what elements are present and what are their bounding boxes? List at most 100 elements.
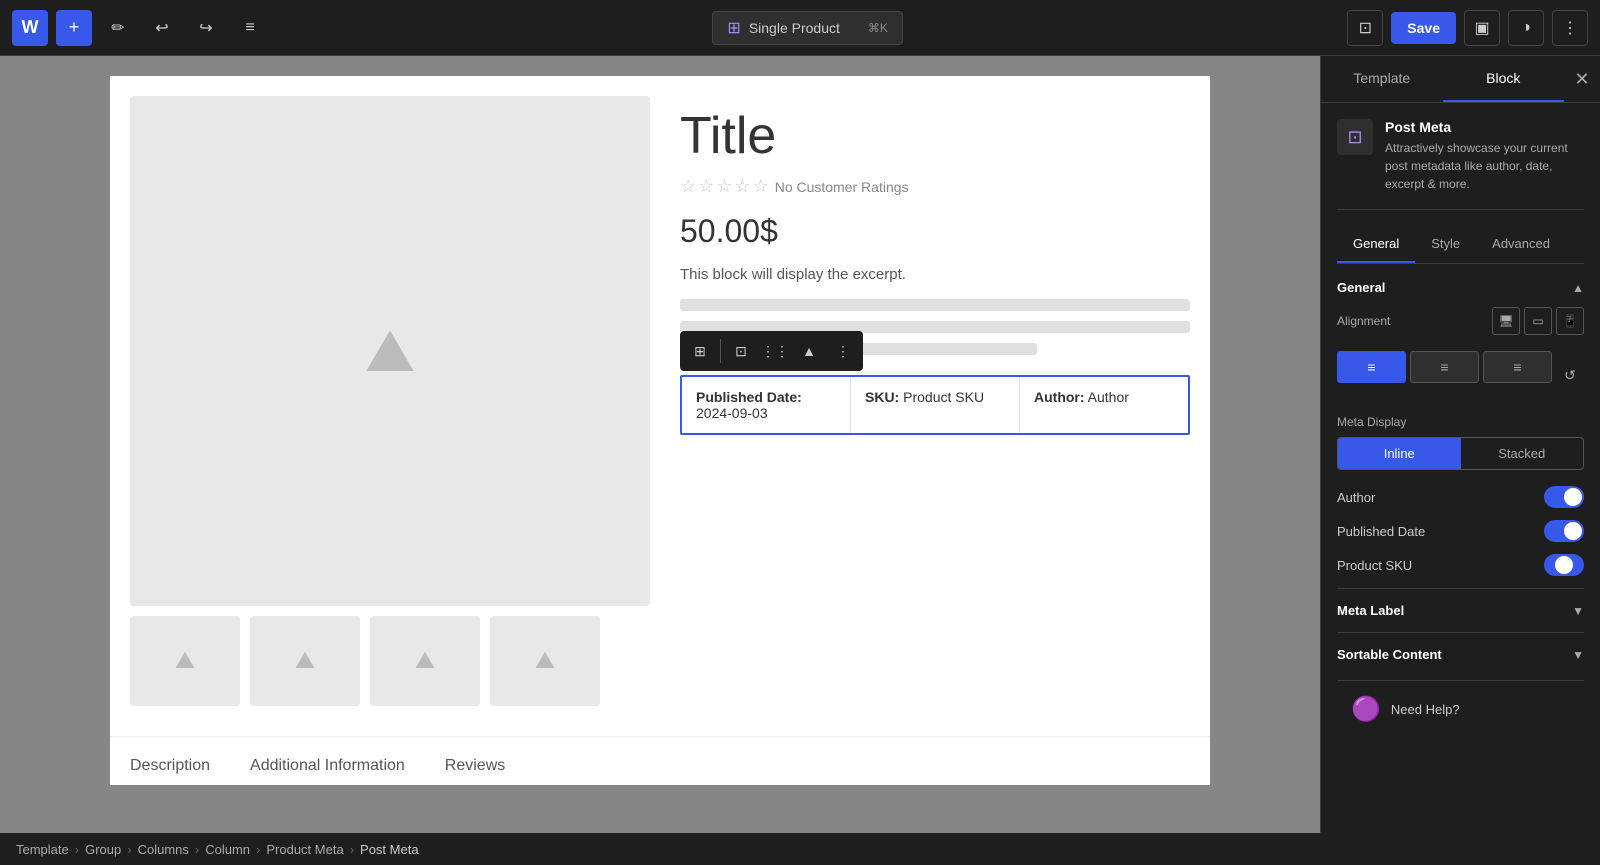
style-toggle-button[interactable]: ◑	[1508, 10, 1544, 46]
tab-description[interactable]: Description	[130, 757, 210, 785]
more-options-button[interactable]: ⋮	[1552, 10, 1588, 46]
main-toolbar: W + ✏ ↩ ↪ ≡ ⊞ Single Product ⌘K ⊡ Save ▣…	[0, 0, 1600, 56]
align-center-btn[interactable]: ≡	[1410, 351, 1479, 383]
redo-icon: ↪	[199, 18, 212, 38]
author-toggle[interactable]	[1544, 486, 1584, 508]
panel-tabs: Template Block ✕	[1321, 56, 1600, 103]
product-area: ⛰ ⛰ ⛰ ⛰ ⛰	[110, 76, 1210, 726]
breadcrumb-column[interactable]: Column	[205, 842, 250, 857]
add-block-button[interactable]: +	[56, 10, 92, 46]
block-desc: Attractively showcase your current post …	[1385, 139, 1584, 193]
general-section-header: General ▲	[1337, 280, 1584, 295]
desktop-btn[interactable]: 🖥	[1492, 307, 1520, 335]
display-toggle: Inline Stacked	[1337, 437, 1584, 470]
block-info-text: Post Meta Attractively showcase your cur…	[1385, 119, 1584, 193]
sub-tab-advanced[interactable]: Advanced	[1476, 226, 1566, 263]
block-title: Post Meta	[1385, 119, 1584, 135]
star-1: ☆	[680, 176, 696, 197]
author-label: Author:	[1034, 389, 1085, 405]
redo-button[interactable]: ↪	[188, 10, 224, 46]
list-icon: ≡	[245, 19, 254, 37]
breadcrumb-template[interactable]: Template	[16, 842, 69, 857]
toggle-product-sku: Product SKU	[1337, 554, 1584, 576]
product-rating: ☆ ☆ ☆ ☆ ☆ No Customer Ratings	[680, 176, 1190, 197]
sub-tab-style[interactable]: Style	[1415, 226, 1476, 263]
sortable-content-header[interactable]: Sortable Content ▼	[1337, 647, 1584, 662]
breadcrumb-post-meta[interactable]: Post Meta	[360, 842, 419, 857]
mobile-btn[interactable]: 📱	[1556, 307, 1584, 335]
alignment-label: Alignment	[1337, 314, 1484, 328]
block-drag-button[interactable]: ⋮⋮	[759, 335, 791, 367]
meta-cell-date: Published Date: 2024-09-03	[682, 377, 851, 433]
breadcrumb-product-meta[interactable]: Product Meta	[266, 842, 343, 857]
sku-label: SKU:	[865, 389, 899, 405]
sep-2: ›	[127, 842, 131, 857]
panel-body: ⊡ Post Meta Attractively showcase your c…	[1321, 103, 1600, 833]
sep-5: ›	[350, 842, 354, 857]
sub-tab-general[interactable]: General	[1337, 226, 1415, 263]
meta-display-label: Meta Display	[1337, 415, 1584, 429]
right-panel: Template Block ✕ ⊡ Post Meta Attractivel…	[1320, 56, 1600, 833]
tab-template[interactable]: Template	[1321, 56, 1443, 102]
save-button[interactable]: Save	[1391, 12, 1456, 44]
sku-value: Product SKU	[903, 389, 984, 405]
toolbar-divider	[720, 339, 721, 363]
star-rating: ☆ ☆ ☆ ☆ ☆	[680, 176, 769, 197]
alignment-row: Alignment 🖥 ▭ 📱	[1337, 307, 1584, 335]
list-view-button[interactable]: ≡	[232, 10, 268, 46]
published-date-toggle[interactable]	[1544, 520, 1584, 542]
block-toolbar: ⊞ ⊡ ⋮⋮ ▲ ⋮	[680, 331, 863, 371]
undo-button[interactable]: ↩	[144, 10, 180, 46]
block-type-button[interactable]: ⊞	[684, 335, 716, 367]
display-stacked[interactable]: Stacked	[1461, 438, 1584, 469]
collapse-icon[interactable]: ▲	[1572, 281, 1584, 295]
display-inline[interactable]: Inline	[1338, 438, 1461, 469]
panel-icon: ▣	[1474, 18, 1489, 38]
sub-tabs: General Style Advanced	[1337, 226, 1584, 264]
plus-icon: +	[69, 17, 80, 38]
block-move-button[interactable]: ⊡	[725, 335, 757, 367]
keyboard-shortcut: ⌘K	[868, 21, 888, 35]
breadcrumb: Template › Group › Columns › Column › Pr…	[0, 833, 1600, 865]
tablet-btn[interactable]: ▭	[1524, 307, 1552, 335]
align-right-btn[interactable]: ≡	[1483, 351, 1552, 383]
need-help-icon: 🟣	[1351, 695, 1381, 724]
reset-alignment-btn[interactable]: ↺	[1556, 361, 1584, 389]
breadcrumb-group[interactable]: Group	[85, 842, 121, 857]
block-more-button[interactable]: ⋮	[827, 335, 859, 367]
tab-reviews[interactable]: Reviews	[445, 757, 505, 785]
star-5: ☆	[753, 176, 769, 197]
product-excerpt: This block will display the excerpt.	[680, 266, 1190, 283]
wp-logo: W	[12, 10, 48, 46]
post-meta-icon: ⊡	[1347, 127, 1362, 148]
tab-block[interactable]: Block	[1443, 56, 1565, 102]
meta-label-header[interactable]: Meta Label ▼	[1337, 603, 1584, 618]
block-up-button[interactable]: ▲	[793, 335, 825, 367]
main-content: ⛰ ⛰ ⛰ ⛰ ⛰	[0, 56, 1600, 833]
meta-row: Published Date: 2024-09-03 SKU: Product …	[682, 377, 1188, 433]
panel-close-button[interactable]: ✕	[1564, 56, 1600, 102]
product-sku-toggle[interactable]	[1544, 554, 1584, 576]
tab-additional-info[interactable]: Additional Information	[250, 757, 405, 785]
author-value: Author	[1088, 389, 1129, 405]
panel-toggle-button[interactable]: ▣	[1464, 10, 1500, 46]
date-value: 2024-09-03	[696, 405, 768, 421]
template-pill[interactable]: ⊞ Single Product ⌘K	[712, 11, 902, 45]
viewport-button[interactable]: ⊡	[1347, 10, 1383, 46]
star-4: ☆	[734, 176, 750, 197]
page-content: ⛰ ⛰ ⛰ ⛰ ⛰	[110, 76, 1210, 785]
sep-1: ›	[75, 842, 79, 857]
thumb-icon-2: ⛰	[295, 647, 315, 675]
edit-mode-button[interactable]: ✏	[100, 10, 136, 46]
breadcrumb-columns[interactable]: Columns	[138, 842, 189, 857]
meta-label-section: Meta Label ▼	[1337, 588, 1584, 632]
more-icon: ⋮	[1562, 18, 1578, 38]
main-image-placeholder: ⛰	[130, 96, 650, 606]
product-sku-label: Product SKU	[1337, 558, 1412, 573]
align-left-btn[interactable]: ≡	[1337, 351, 1406, 383]
template-icon: ⊞	[727, 18, 740, 38]
sortable-content-title: Sortable Content	[1337, 647, 1442, 662]
need-help-section: 🟣 Need Help?	[1337, 680, 1584, 738]
block-toolbar-area: ⊞ ⊡ ⋮⋮ ▲ ⋮ Published Date:	[680, 375, 1190, 435]
star-2: ☆	[698, 176, 714, 197]
